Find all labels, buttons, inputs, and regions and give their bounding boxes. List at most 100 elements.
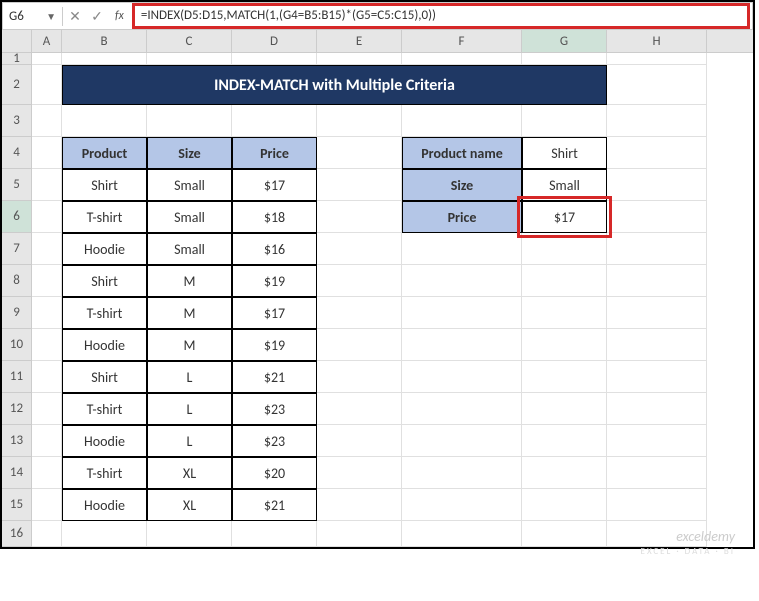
cell-price[interactable]: $18 [232,201,317,233]
cell[interactable] [32,137,62,169]
cell[interactable] [317,297,402,329]
cell[interactable] [317,105,402,137]
cell[interactable] [402,361,522,393]
col-header-E[interactable]: E [317,30,402,52]
cell[interactable] [32,361,62,393]
cell[interactable] [32,521,62,547]
cell-product[interactable]: Shirt [62,361,147,393]
cell[interactable] [317,265,402,297]
cell-size[interactable]: M [147,265,232,297]
col-header-D[interactable]: D [232,30,317,52]
cell-price[interactable]: $17 [232,297,317,329]
cell[interactable] [317,425,402,457]
cell[interactable] [317,361,402,393]
cell-product[interactable]: Hoodie [62,489,147,521]
cell[interactable] [32,297,62,329]
fx-icon[interactable]: fx [111,9,128,23]
col-header-F[interactable]: F [402,30,522,52]
lookup-size-label[interactable]: Size [402,169,522,201]
cell[interactable] [402,329,522,361]
confirm-icon[interactable]: ✓ [89,8,105,25]
cell[interactable] [317,393,402,425]
lookup-product-label[interactable]: Product name [402,137,522,169]
cell-product[interactable]: T-shirt [62,297,147,329]
header-product[interactable]: Product [62,137,147,169]
cell-size[interactable]: M [147,297,232,329]
col-header-B[interactable]: B [62,30,147,52]
row-header-7[interactable]: 7 [2,233,32,265]
cell[interactable] [522,265,607,297]
row-header-5[interactable]: 5 [2,169,32,201]
cell[interactable] [607,361,707,393]
title-cell[interactable]: INDEX-MATCH with Multiple Criteria [62,65,607,105]
cell[interactable] [32,425,62,457]
cell[interactable] [32,65,62,105]
cell[interactable] [607,201,707,233]
cell[interactable] [62,521,147,547]
cell[interactable] [147,53,232,65]
cell[interactable] [402,233,522,265]
cell-size[interactable]: L [147,361,232,393]
cell-product[interactable]: T-shirt [62,393,147,425]
cell[interactable] [317,233,402,265]
cell[interactable] [607,425,707,457]
cell[interactable] [62,53,147,65]
cell[interactable] [232,521,317,547]
cell-size[interactable]: L [147,425,232,457]
cell-product[interactable]: Hoodie [62,233,147,265]
cell[interactable] [317,329,402,361]
cell[interactable] [607,65,707,105]
row-header-15[interactable]: 15 [2,489,32,521]
row-header-1[interactable]: 1 [2,53,32,65]
cell[interactable] [32,393,62,425]
cell[interactable] [402,297,522,329]
name-box[interactable]: G6 ▼ [3,7,63,26]
row-header-11[interactable]: 11 [2,361,32,393]
cancel-icon[interactable]: ✕ [67,8,83,25]
cell[interactable] [402,457,522,489]
cell[interactable] [607,489,707,521]
row-header-8[interactable]: 8 [2,265,32,297]
cell[interactable] [402,53,522,65]
cell-price[interactable]: $23 [232,393,317,425]
cell[interactable] [402,521,522,547]
cell[interactable] [317,489,402,521]
cell-price[interactable]: $23 [232,425,317,457]
cell-product[interactable]: Hoodie [62,425,147,457]
cell[interactable] [402,489,522,521]
formula-input[interactable]: =INDEX(D5:D15,MATCH(1,(G4=B5:B15)*(G5=C5… [132,3,750,29]
cell[interactable] [607,137,707,169]
cell[interactable] [402,425,522,457]
cell[interactable] [607,265,707,297]
cell[interactable] [402,265,522,297]
cell-price[interactable]: $21 [232,361,317,393]
cell[interactable] [607,169,707,201]
col-header-A[interactable]: A [32,30,62,52]
cell[interactable] [317,457,402,489]
cell[interactable] [607,329,707,361]
cell[interactable] [522,329,607,361]
cell-product[interactable]: Hoodie [62,329,147,361]
cell[interactable] [147,521,232,547]
row-header-10[interactable]: 10 [2,329,32,361]
select-all-corner[interactable] [2,30,32,52]
cell[interactable] [317,169,402,201]
cell-price[interactable]: $20 [232,457,317,489]
cell[interactable] [522,489,607,521]
cell[interactable] [232,53,317,65]
cell[interactable] [522,393,607,425]
cell[interactable] [317,201,402,233]
cell[interactable] [522,457,607,489]
cell-size[interactable]: Small [147,233,232,265]
row-header-3[interactable]: 3 [2,105,32,137]
cell-price[interactable]: $19 [232,265,317,297]
cell[interactable] [32,265,62,297]
cell-price[interactable]: $21 [232,489,317,521]
cell[interactable] [232,105,317,137]
cell[interactable] [522,105,607,137]
cell[interactable] [607,105,707,137]
chevron-down-icon[interactable]: ▼ [46,10,56,23]
cell[interactable] [317,137,402,169]
cell-size[interactable]: Small [147,201,232,233]
row-header-13[interactable]: 13 [2,425,32,457]
